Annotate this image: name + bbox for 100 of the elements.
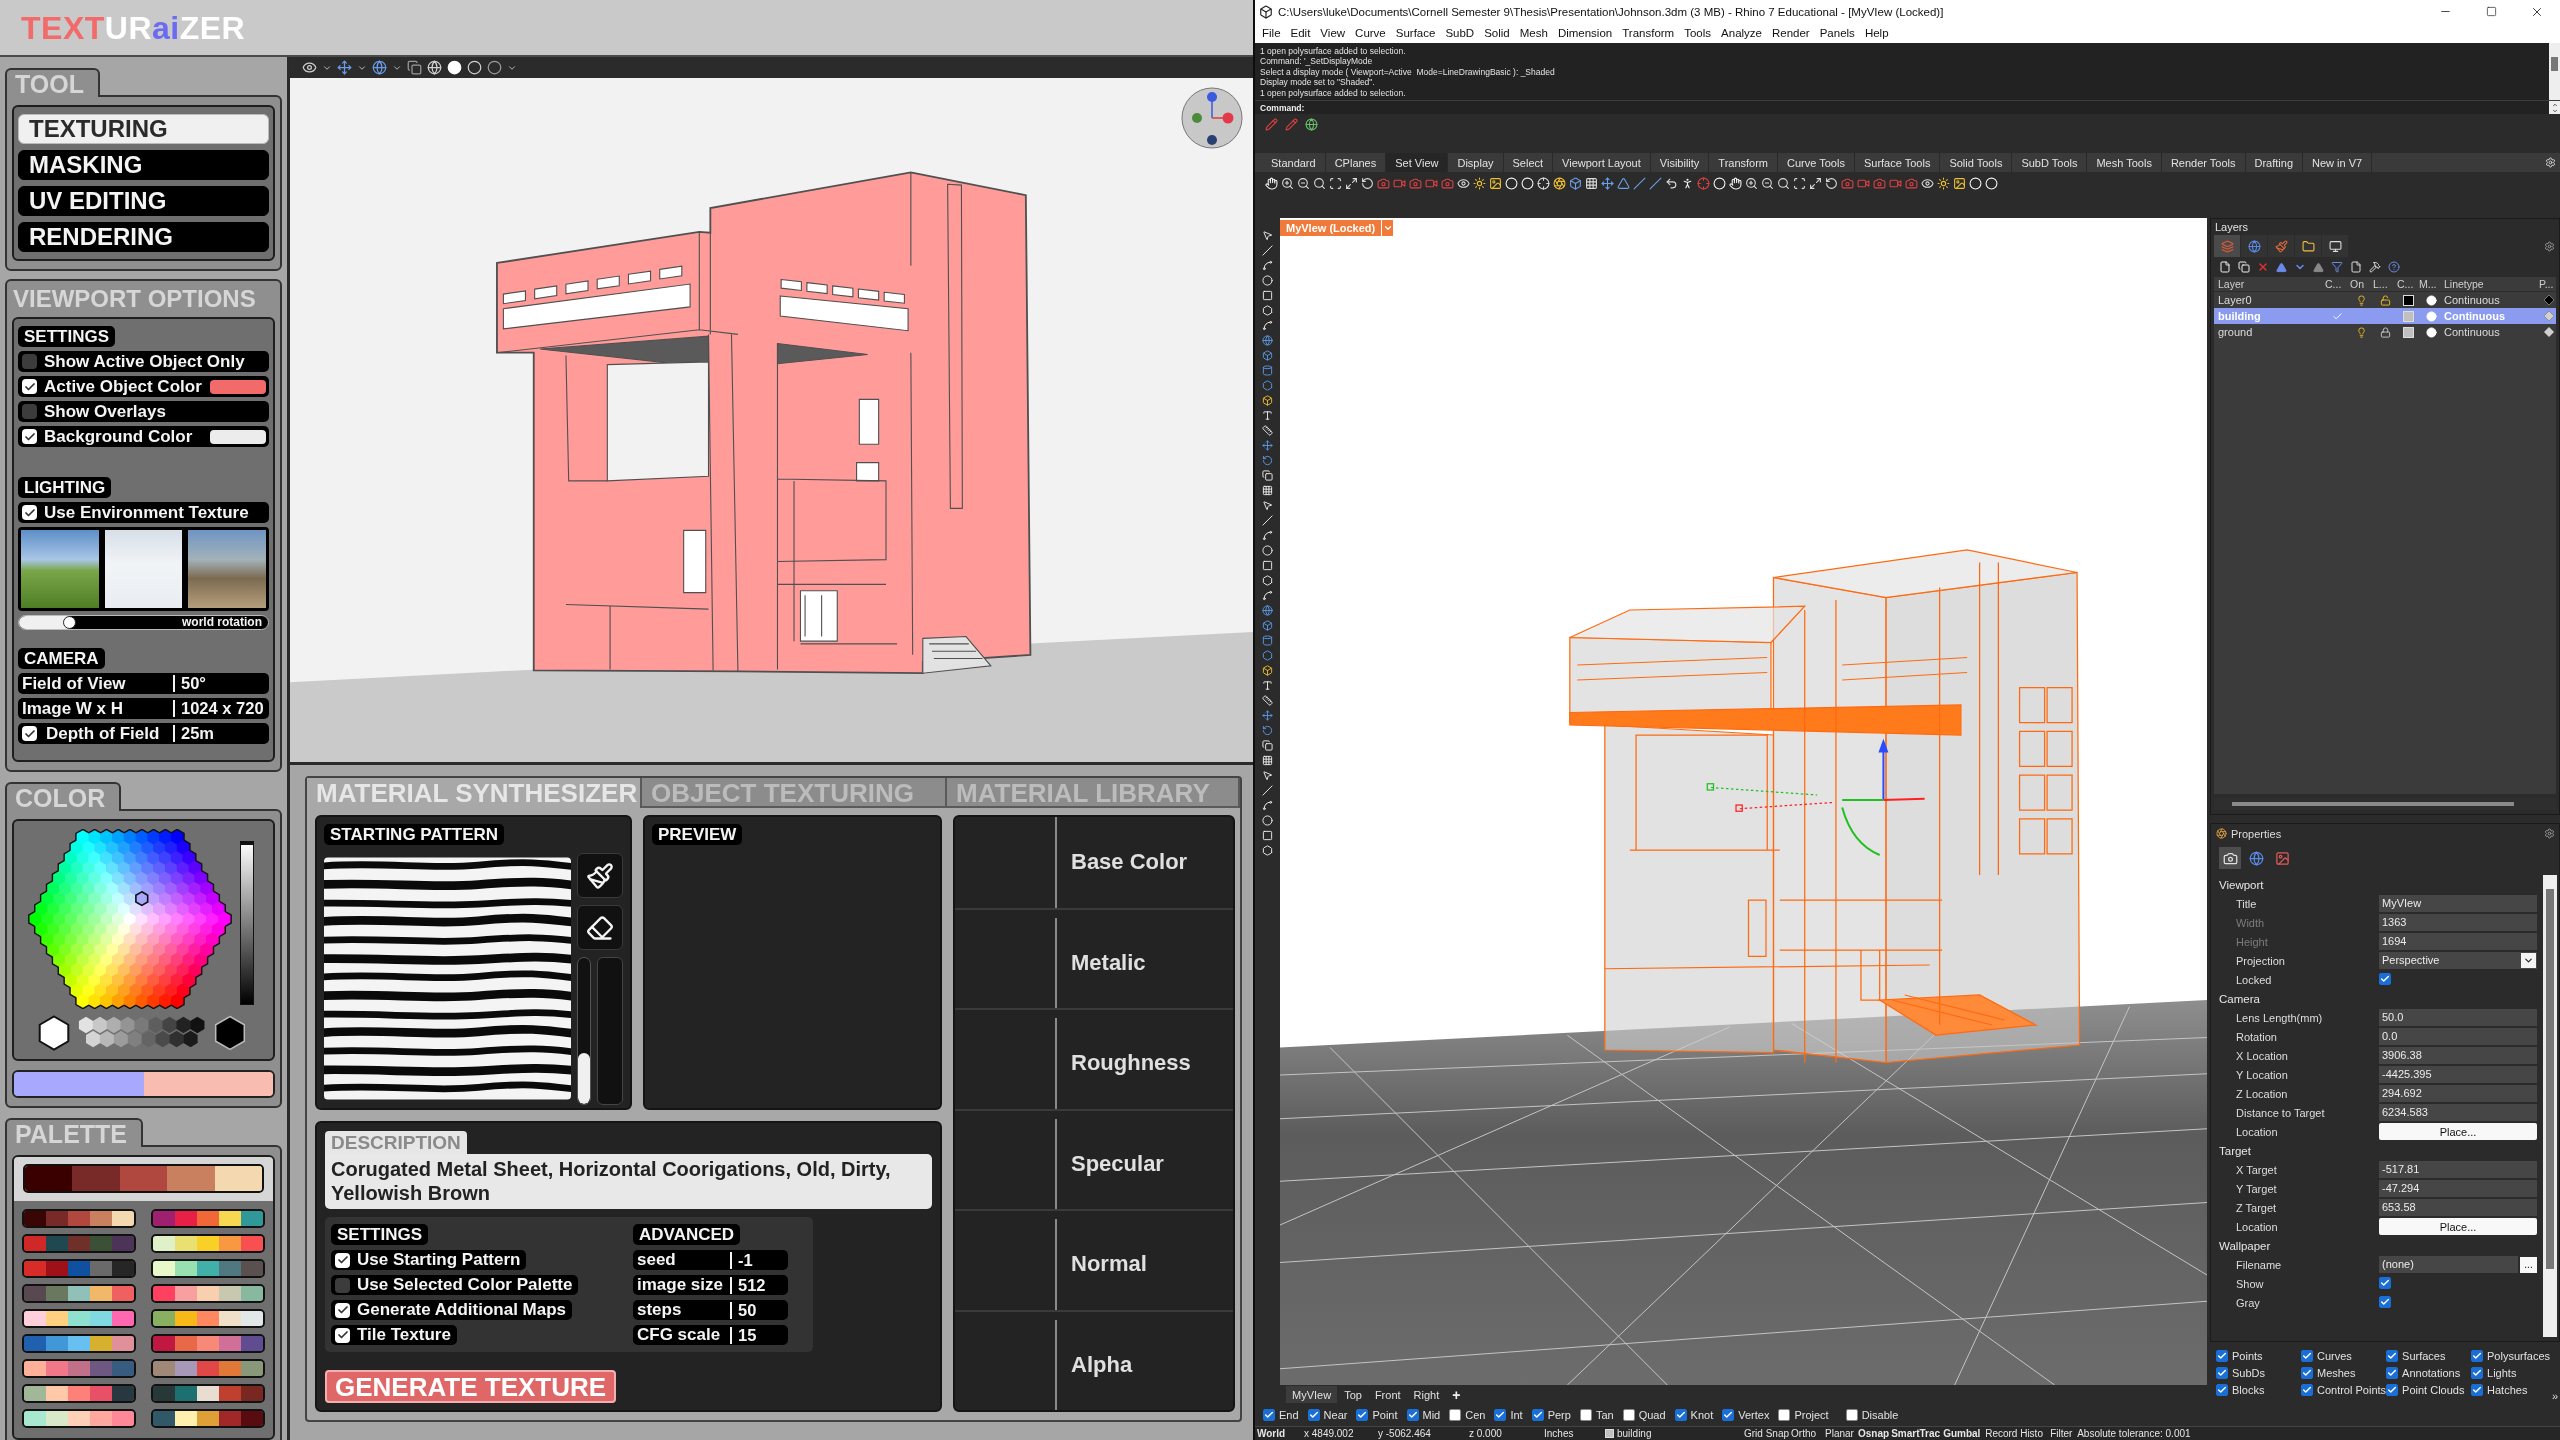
copy-icon[interactable] — [407, 60, 422, 75]
lightbulb-icon[interactable] — [2356, 326, 2367, 338]
palette-strip[interactable] — [151, 1409, 265, 1428]
help-icon[interactable] — [2388, 261, 2400, 273]
palette-strip[interactable] — [151, 1234, 265, 1253]
eraser-button[interactable] — [577, 905, 623, 950]
browse-button[interactable]: ... — [2520, 1256, 2537, 1273]
file-icon[interactable] — [2219, 261, 2231, 273]
palette-strip[interactable] — [151, 1209, 265, 1228]
property-field[interactable]: 50.0 — [2379, 1009, 2537, 1026]
palette-strip[interactable] — [151, 1359, 265, 1378]
field-value[interactable]: 50 — [730, 1301, 757, 1319]
viewport-tab[interactable]: MyVIew — [1286, 1386, 1338, 1403]
color-swatch-icon[interactable] — [2402, 310, 2414, 322]
palette-strip[interactable] — [151, 1384, 265, 1403]
checkbox[interactable] — [1845, 1409, 1858, 1421]
command-prompt[interactable]: Command: — [1260, 102, 1305, 113]
checkbox[interactable] — [2386, 1349, 2399, 1362]
option-row[interactable]: Show Active Object Only — [18, 351, 269, 372]
checkbox[interactable] — [335, 1252, 350, 1268]
sun-icon[interactable] — [1473, 176, 1486, 190]
scrollbar[interactable] — [2543, 875, 2557, 1337]
line-icon[interactable] — [1633, 176, 1646, 190]
palette-strip[interactable] — [151, 1284, 265, 1303]
menu-item[interactable]: SubD — [1440, 23, 1480, 43]
palette-strip[interactable] — [23, 1164, 264, 1193]
expand-icon[interactable] — [1345, 176, 1358, 190]
cylinder-icon[interactable] — [1262, 365, 1273, 376]
checkbox[interactable] — [2386, 1366, 2399, 1379]
menu-item[interactable]: Edit — [1285, 23, 1316, 43]
rectangle-icon[interactable] — [1262, 290, 1273, 301]
checkbox[interactable] — [2216, 1366, 2228, 1379]
panel-tab[interactable] — [2322, 235, 2348, 257]
sphere-icon[interactable] — [1262, 605, 1273, 616]
diamond-icon[interactable] — [2544, 327, 2554, 337]
panel-tab[interactable] — [2241, 235, 2267, 257]
checkbox[interactable] — [2300, 1349, 2313, 1362]
expand-icon[interactable] — [1809, 176, 1822, 190]
column-header[interactable]: M... — [2419, 278, 2444, 290]
eye-icon[interactable] — [1457, 176, 1470, 190]
zoom-in-icon[interactable] — [1745, 176, 1758, 190]
column-header[interactable]: C... — [2325, 278, 2350, 290]
palette-strip[interactable] — [22, 1209, 136, 1228]
checkbox[interactable] — [1406, 1409, 1419, 1421]
column-header[interactable]: C... — [2397, 278, 2419, 290]
checkbox[interactable] — [2471, 1366, 2484, 1379]
pencil-icon[interactable] — [1285, 117, 1298, 131]
current-layer[interactable]: building — [1617, 1428, 1652, 1439]
parameter-field[interactable]: image size 512 — [633, 1275, 788, 1295]
monitor-icon[interactable] — [2328, 239, 2342, 253]
property-field[interactable]: 6234.583 — [2379, 1104, 2537, 1121]
checkbox[interactable] — [2471, 1349, 2484, 1362]
rotation-slider[interactable]: world rotation — [18, 615, 269, 630]
checkbox[interactable] — [2300, 1383, 2313, 1396]
spin-button[interactable] — [2549, 101, 2560, 114]
tool-button[interactable]: RENDERING — [18, 222, 269, 252]
parameter-field[interactable]: steps 50 — [633, 1300, 788, 1320]
settings-icon[interactable] — [2544, 240, 2555, 252]
checkbox[interactable] — [22, 505, 37, 520]
viewport-tab[interactable]: Front — [1368, 1386, 1407, 1403]
search-icon[interactable] — [1777, 176, 1790, 190]
box-icon[interactable] — [1262, 350, 1273, 361]
menu-item[interactable]: Tools — [1679, 23, 1717, 43]
triangle-icon[interactable] — [1617, 176, 1630, 190]
menu-item[interactable]: File — [1257, 23, 1286, 43]
zoom-out-icon[interactable] — [1761, 176, 1774, 190]
palette-strip[interactable] — [22, 1384, 136, 1403]
hand-icon[interactable] — [1265, 176, 1278, 190]
palette-strip[interactable] — [22, 1359, 136, 1378]
palette-strip[interactable] — [151, 1309, 265, 1328]
checkbox[interactable] — [2471, 1383, 2484, 1396]
parameter-field[interactable]: seed -1 — [633, 1250, 788, 1270]
status-toggle[interactable]: Record Histo — [1983, 1428, 2049, 1439]
layer-row[interactable]: Layer0 Continuous — [2214, 292, 2556, 308]
units-label[interactable]: Inches — [1542, 1428, 1599, 1439]
map-slot[interactable]: Base Color — [955, 817, 1233, 910]
status-toggle[interactable]: Osnap — [1856, 1428, 1890, 1439]
add-tab-button[interactable]: + — [1446, 1386, 1467, 1403]
sphere-icon[interactable] — [1262, 335, 1273, 346]
checkbox[interactable] — [335, 1302, 350, 1318]
box-icon[interactable] — [1262, 665, 1273, 676]
color-swatch-icon[interactable] — [2402, 294, 2414, 306]
camera-field[interactable]: Image W x H 1024 x 720 — [18, 698, 269, 719]
option-row[interactable]: Background Color — [18, 426, 269, 447]
parameter-field[interactable]: CFG scale 15 — [633, 1325, 788, 1345]
rectangle-icon[interactable] — [1262, 560, 1273, 571]
checkbox[interactable] — [2379, 1296, 2391, 1308]
field-value[interactable]: -1 — [730, 1251, 753, 1269]
camera-icon[interactable] — [1409, 176, 1422, 190]
status-toggle[interactable]: Grid Snap — [1742, 1428, 1790, 1439]
dropdown-field[interactable]: Perspective — [2379, 952, 2537, 969]
checkbox[interactable] — [2379, 973, 2391, 985]
lock-icon[interactable] — [2379, 326, 2391, 338]
more-button[interactable]: » — [2551, 1390, 2558, 1402]
toolbar-tab[interactable]: Set View — [1386, 153, 1449, 172]
paintbrush-icon[interactable] — [586, 861, 614, 890]
grid-icon[interactable] — [1585, 176, 1598, 190]
map-slot[interactable]: Alpha — [955, 1319, 1233, 1410]
curve-icon[interactable] — [1262, 260, 1273, 271]
checkbox[interactable] — [1263, 1409, 1275, 1421]
